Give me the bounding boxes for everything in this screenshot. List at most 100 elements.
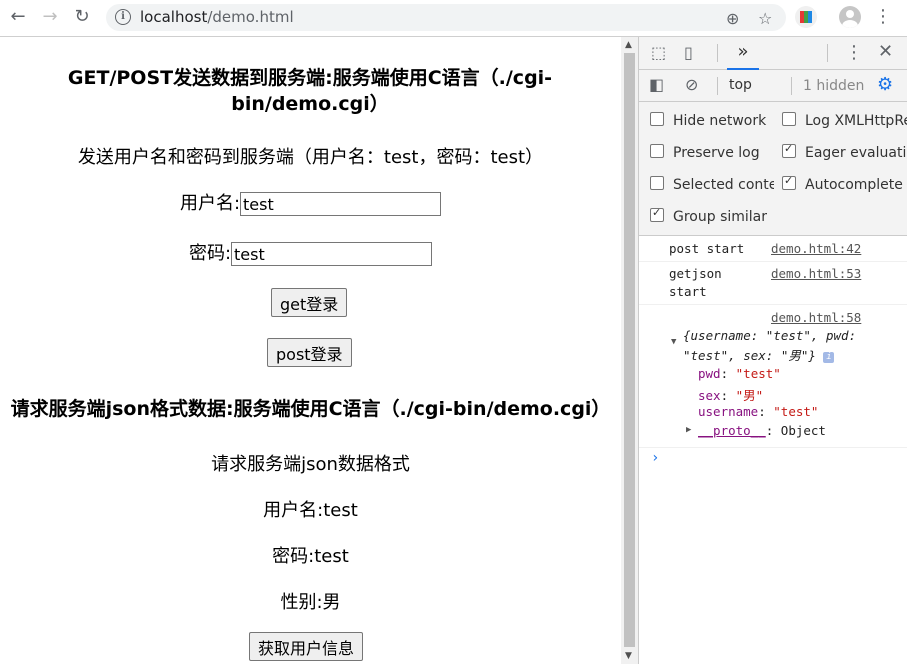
message-text: post start bbox=[669, 241, 745, 256]
source-link[interactable]: demo.html:58 bbox=[771, 310, 861, 325]
page-scrollbar[interactable]: ▲ ▼ bbox=[621, 37, 638, 664]
section2-title: 请求服务端json格式数据:服务端使用C语言（./cgi-bin/demo.cg… bbox=[10, 398, 611, 420]
source-link[interactable]: demo.html:42 bbox=[771, 241, 861, 256]
get-login-button[interactable]: get登录 bbox=[271, 288, 348, 317]
scroll-up-icon[interactable]: ▲ bbox=[625, 40, 632, 50]
property-value: "男" bbox=[735, 388, 764, 403]
url-path: /demo.html bbox=[207, 8, 294, 26]
option-selected-context[interactable]: Selected context only bbox=[650, 176, 774, 193]
option-label: Hide network bbox=[673, 113, 767, 129]
console-prompt-icon[interactable]: › bbox=[651, 450, 659, 466]
object-summary-text: "test", sex: "男"} bbox=[683, 348, 816, 363]
info-badge-icon[interactable]: i bbox=[823, 352, 835, 363]
devtools-toolbar: ⬚ ▯ » ⋮ ✕ bbox=[639, 37, 907, 70]
checkbox-eager-eval[interactable] bbox=[782, 144, 796, 158]
section1-title: GET/POST发送数据到服务端:服务端使用C语言（./cgi-bin/demo… bbox=[67, 67, 553, 115]
sidebar-toggle-icon[interactable]: ◧ bbox=[649, 75, 664, 94]
property-value: Object bbox=[780, 423, 826, 438]
message-text: getjson bbox=[669, 266, 722, 281]
username-input[interactable] bbox=[240, 192, 442, 216]
collapsed-triangle-icon[interactable]: ▶ bbox=[686, 425, 691, 435]
object-property-pwd: pwd: "test" bbox=[698, 366, 781, 381]
property-value: "test" bbox=[773, 404, 819, 419]
checkbox-group-similar[interactable] bbox=[650, 208, 664, 222]
message-text-line2: start bbox=[669, 284, 707, 299]
console-message: getjson start demo.html:53 bbox=[639, 262, 907, 305]
option-preserve-log[interactable]: Preserve log bbox=[650, 144, 775, 161]
devtools-menu-icon[interactable]: ⋮ bbox=[845, 42, 863, 63]
option-log-xhr[interactable]: Log XMLHttpRequests bbox=[782, 112, 907, 129]
option-label: Selected context only bbox=[673, 177, 774, 193]
scroll-down-icon[interactable]: ▼ bbox=[625, 651, 632, 661]
option-label: Group similar bbox=[673, 209, 768, 225]
checkbox-log-xhr[interactable] bbox=[782, 112, 796, 126]
inspect-element-icon[interactable]: ⬚ bbox=[651, 43, 666, 62]
property-key: username bbox=[698, 404, 759, 419]
option-autocomplete[interactable]: Autocomplete from history bbox=[782, 176, 907, 193]
option-group-similar[interactable]: Group similar bbox=[650, 208, 850, 225]
toolbar-separator bbox=[791, 77, 792, 95]
option-label: Preserve log bbox=[673, 145, 760, 161]
url-text[interactable]: localhost/demo.html bbox=[140, 8, 294, 26]
checkbox-selected-context[interactable] bbox=[650, 176, 664, 190]
username-label: 用户名: bbox=[179, 193, 241, 214]
option-label: Autocomplete from history bbox=[805, 177, 907, 193]
fetch-user-info-button[interactable]: 获取用户信息 bbox=[249, 632, 364, 661]
option-label: Log XMLHttpRequests bbox=[805, 113, 907, 129]
object-summary-line2[interactable]: "test", sex: "男"} i bbox=[683, 345, 835, 364]
password-label: 密码: bbox=[188, 243, 232, 264]
back-arrow-icon[interactable]: ← bbox=[7, 6, 29, 28]
page-content: GET/POST发送数据到服务端:服务端使用C语言（./cgi-bin/demo… bbox=[0, 37, 621, 664]
object-property-proto[interactable]: __proto__: Object bbox=[698, 423, 826, 438]
toolbar-separator bbox=[717, 44, 718, 62]
context-selector[interactable]: top bbox=[729, 77, 752, 93]
reload-icon[interactable]: ↻ bbox=[71, 6, 93, 28]
browser-toolbar: ← → ↻ i localhost/demo.html ⊕ ☆ ⋮ bbox=[0, 0, 907, 37]
forward-arrow-icon[interactable]: → bbox=[39, 6, 61, 28]
post-login-button[interactable]: post登录 bbox=[267, 338, 352, 367]
device-toolbar-icon[interactable]: ▯ bbox=[684, 43, 693, 62]
close-devtools-icon[interactable]: ✕ bbox=[878, 41, 893, 62]
checkbox-hide-network[interactable] bbox=[650, 112, 664, 126]
info-icon[interactable]: i bbox=[115, 9, 131, 25]
option-hide-network[interactable]: Hide network bbox=[650, 112, 775, 129]
username-row: 用户名: bbox=[0, 189, 621, 216]
more-tabs-icon[interactable]: » bbox=[727, 37, 759, 70]
object-property-username: username: "test" bbox=[698, 404, 819, 419]
console-toolbar: ◧ ⊘ top 1 hidden ⚙ bbox=[639, 70, 907, 102]
result-sex: 性别:男 bbox=[280, 592, 341, 613]
expand-triangle-icon[interactable]: ▼ bbox=[671, 337, 676, 347]
property-key: __proto__ bbox=[698, 423, 766, 438]
address-bar[interactable]: i localhost/demo.html ⊕ ☆ bbox=[106, 4, 786, 31]
section1-description: 发送用户名和密码到服务端（用户名：test，密码：test） bbox=[77, 147, 544, 168]
result-password: 密码:test bbox=[272, 546, 349, 567]
section2-description: 请求服务端json数据格式 bbox=[211, 454, 410, 475]
scrollbar-thumb[interactable] bbox=[624, 53, 635, 647]
console-object-message: demo.html:58 ▼ {username: "test", pwd: "… bbox=[639, 305, 907, 448]
console-output: post start demo.html:42 getjson start de… bbox=[639, 236, 907, 664]
toolbar-separator bbox=[827, 44, 828, 62]
password-input[interactable] bbox=[231, 242, 433, 266]
zoom-icon[interactable]: ⊕ bbox=[726, 9, 739, 28]
password-row: 密码: bbox=[0, 239, 621, 266]
clear-console-icon[interactable]: ⊘ bbox=[685, 75, 698, 94]
hidden-count[interactable]: 1 hidden bbox=[803, 78, 864, 94]
result-username: 用户名:test bbox=[263, 500, 358, 521]
toolbar-separator bbox=[717, 77, 718, 95]
profile-avatar[interactable] bbox=[839, 6, 861, 28]
object-summary-line1[interactable]: {username: "test", pwd: bbox=[683, 328, 856, 343]
option-label: Eager evaluation bbox=[805, 145, 907, 161]
kebab-menu-icon[interactable]: ⋮ bbox=[874, 6, 892, 28]
object-property-sex: sex: "男" bbox=[698, 388, 764, 403]
extension-icon[interactable] bbox=[795, 6, 817, 28]
gear-icon[interactable]: ⚙ bbox=[877, 74, 893, 95]
checkbox-preserve-log[interactable] bbox=[650, 144, 664, 158]
property-key: sex bbox=[698, 388, 721, 403]
console-settings: Hide network Log XMLHttpRequests Preserv… bbox=[639, 102, 907, 236]
source-link[interactable]: demo.html:53 bbox=[771, 266, 861, 281]
star-icon[interactable]: ☆ bbox=[758, 9, 772, 28]
option-eager-eval[interactable]: Eager evaluation bbox=[782, 144, 907, 161]
checkbox-autocomplete[interactable] bbox=[782, 176, 796, 190]
console-message: post start demo.html:42 bbox=[639, 236, 907, 262]
url-host: localhost bbox=[140, 8, 208, 26]
